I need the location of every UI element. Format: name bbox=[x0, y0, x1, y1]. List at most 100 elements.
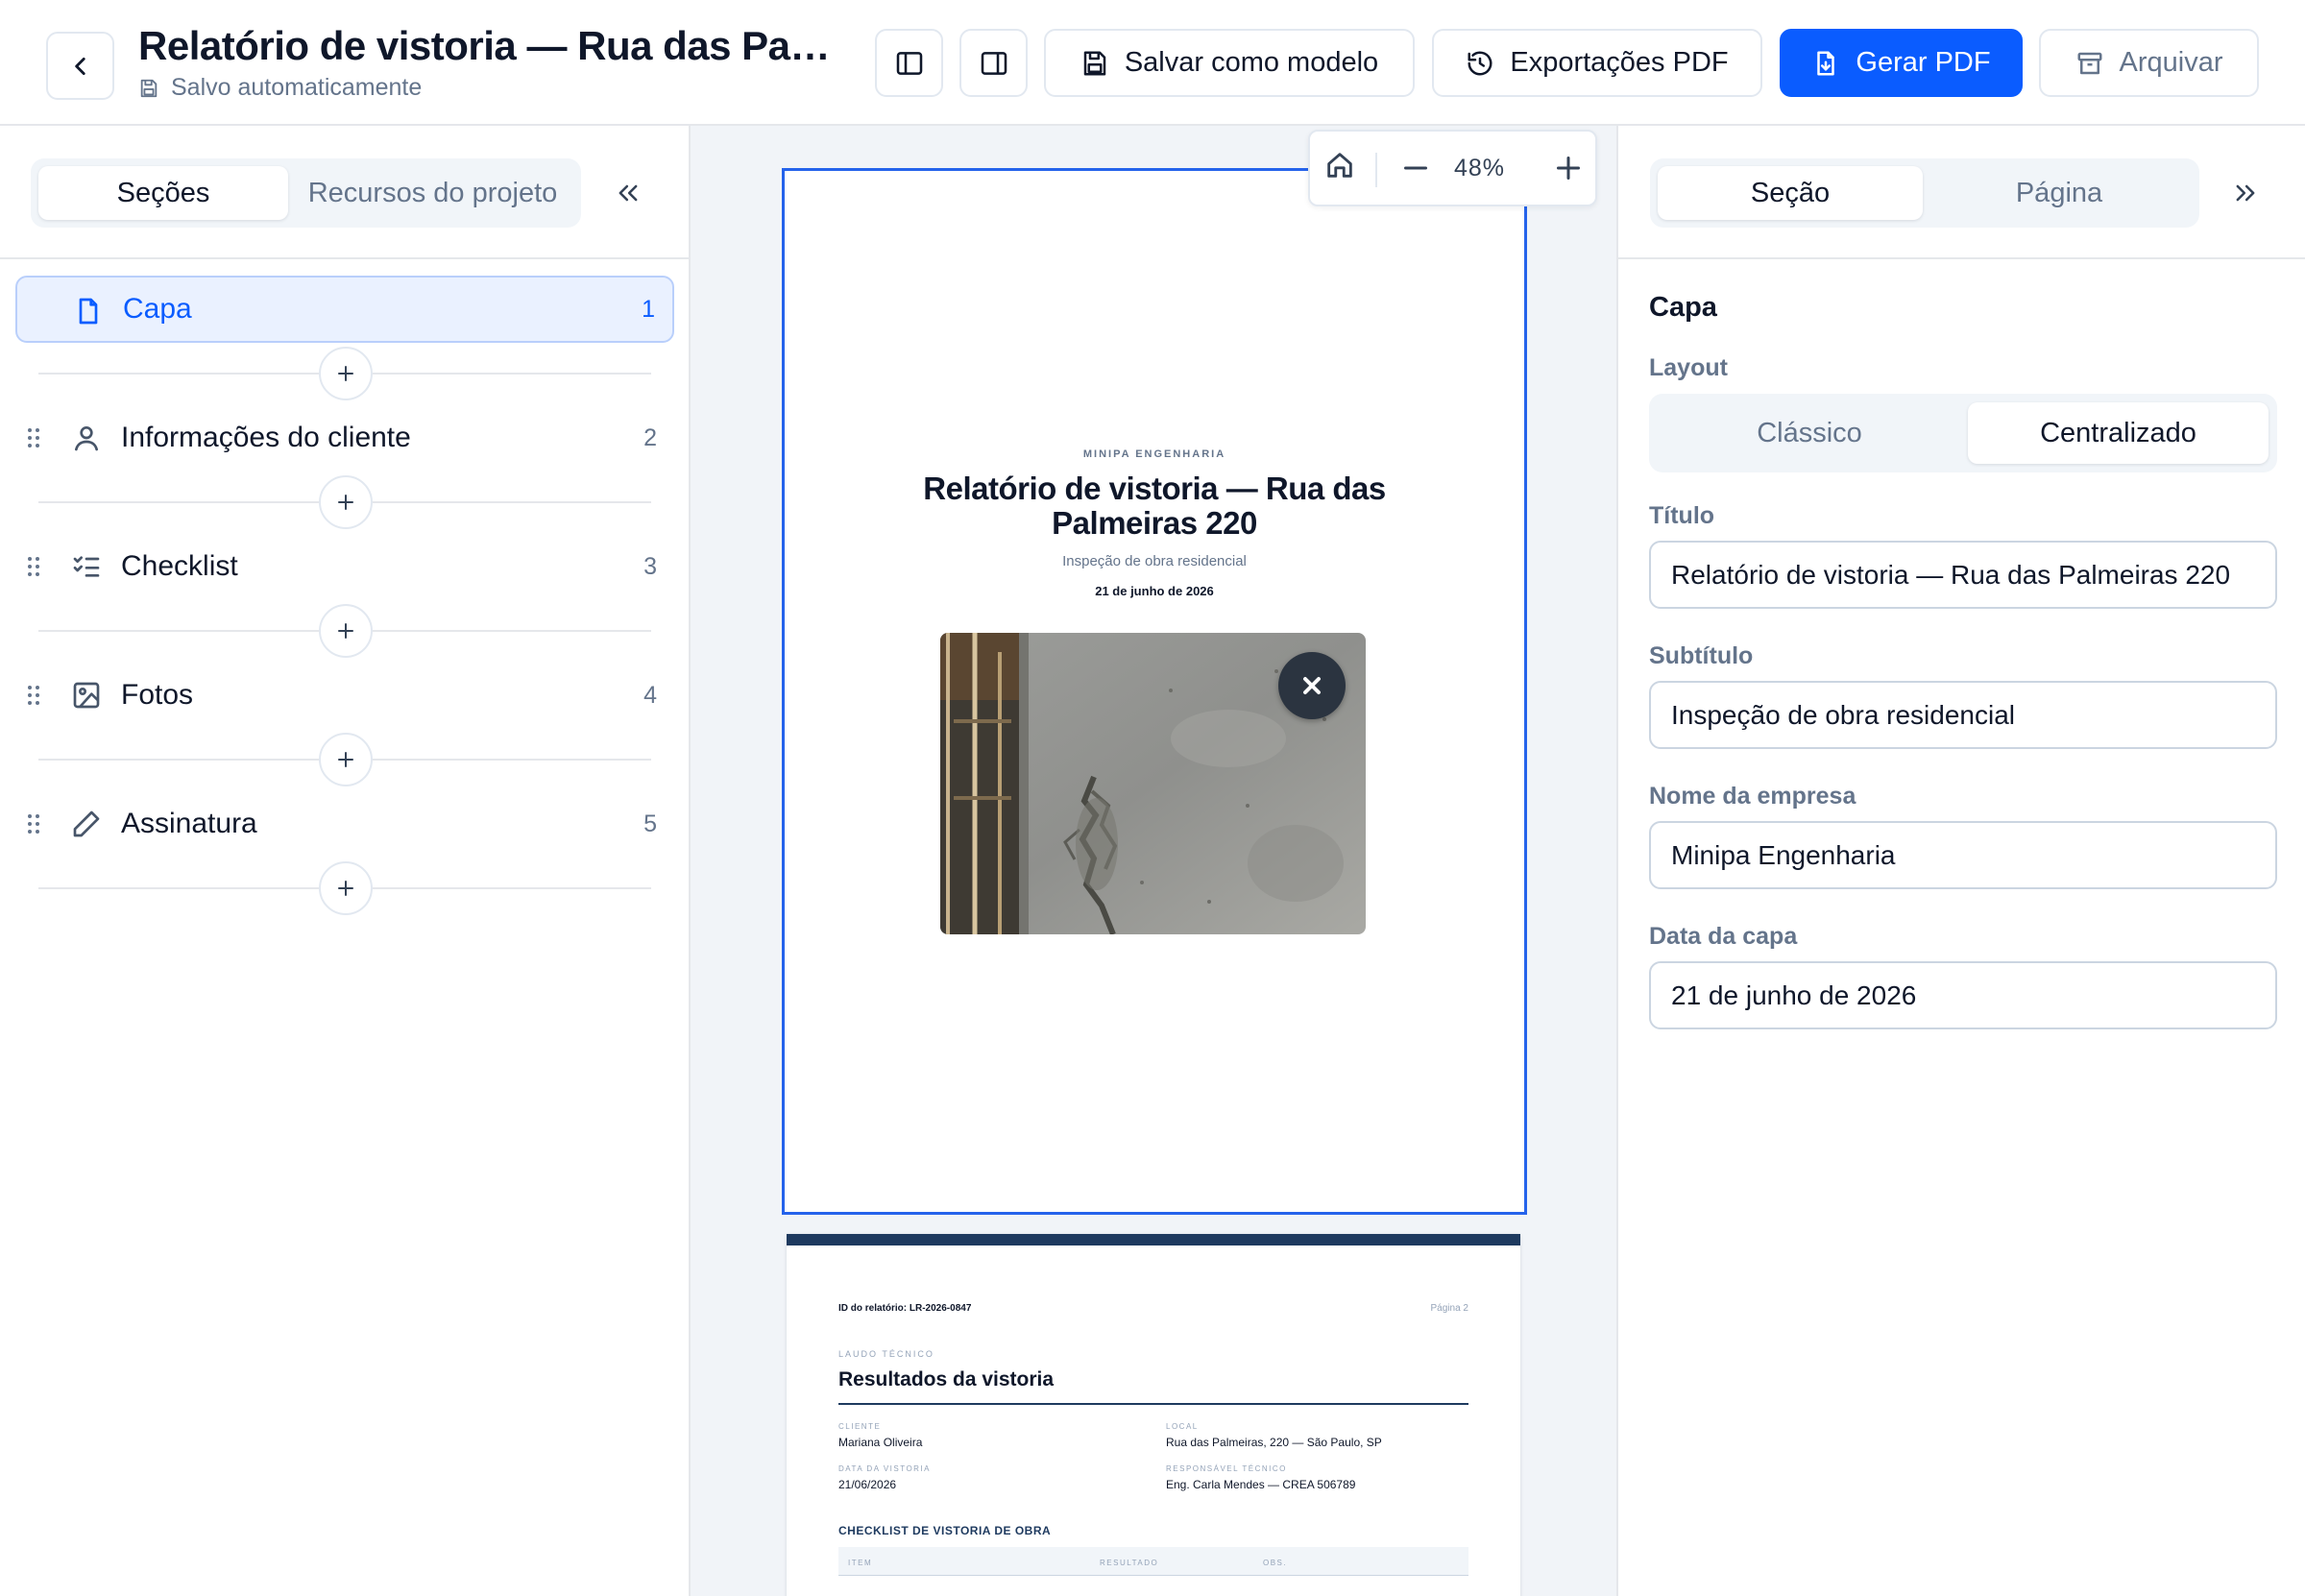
right-panel-tabs: Seção Página bbox=[1650, 158, 2199, 228]
tab-page[interactable]: Página bbox=[1927, 166, 2192, 220]
file-download-icon bbox=[1817, 51, 1835, 75]
checklist-title: CHECKLIST DE VISTORIA DE OBRA bbox=[838, 1524, 1052, 1537]
section-item-client-info[interactable]: Informações do cliente 2 bbox=[15, 404, 674, 472]
cover-date-field-label: Data da capa bbox=[1649, 923, 1798, 950]
company-name-field-label: Nome da empresa bbox=[1649, 783, 1856, 810]
cover-date: 21 de junho de 2026 bbox=[1095, 584, 1214, 598]
tab-project-resources[interactable]: Recursos do projeto bbox=[292, 166, 573, 220]
save-icon bbox=[1083, 51, 1106, 75]
drag-handle-icon[interactable] bbox=[27, 684, 40, 707]
cover-date-input[interactable]: 21 de junho de 2026 bbox=[1649, 961, 2277, 1029]
section-label: Assinatura bbox=[121, 808, 257, 839]
home-icon[interactable] bbox=[1323, 149, 1356, 181]
back-button[interactable] bbox=[46, 32, 114, 100]
document-title: Relatório de vistoria — Rua das Palm… bbox=[138, 23, 839, 68]
add-section-button[interactable] bbox=[319, 475, 373, 529]
client-value: Mariana Oliveira bbox=[838, 1436, 923, 1449]
add-section-button[interactable] bbox=[319, 733, 373, 786]
section-label: Informações do cliente bbox=[121, 422, 411, 453]
company-name-input[interactable]: Minipa Engenharia bbox=[1649, 821, 2277, 889]
page-header-bar bbox=[787, 1234, 1520, 1245]
subtitle-input[interactable]: Inspeção de obra residencial bbox=[1649, 681, 2277, 749]
layout-option-centered[interactable]: Centralizado bbox=[1968, 402, 2269, 464]
layout-label: Layout bbox=[1649, 354, 1728, 381]
tab-sections[interactable]: Seções bbox=[38, 166, 288, 220]
collapse-left-panel-button[interactable] bbox=[604, 169, 652, 217]
file-icon bbox=[79, 298, 98, 325]
zoom-out-icon[interactable] bbox=[1398, 151, 1433, 185]
report-id: ID do relatório: LR-2026-0847 bbox=[838, 1303, 972, 1314]
section-item-capa[interactable]: Capa 1 bbox=[15, 276, 674, 343]
divider bbox=[1375, 153, 1377, 187]
section-settings-title: Capa bbox=[1649, 292, 1717, 323]
panel-right-icon bbox=[981, 51, 1007, 75]
pdf-exports-button[interactable]: Exportações PDF bbox=[1432, 29, 1762, 97]
layout-selector: Clássico Centralizado bbox=[1649, 394, 2277, 472]
inspection-date-label: DATA DA VISTORIA bbox=[838, 1464, 932, 1473]
generate-pdf-button[interactable]: Gerar PDF bbox=[1780, 29, 2023, 97]
add-section-button[interactable] bbox=[319, 347, 373, 400]
save-icon bbox=[140, 79, 158, 97]
plus-icon bbox=[338, 752, 353, 767]
archive-icon bbox=[2077, 52, 2101, 74]
zoom-in-icon[interactable] bbox=[1551, 151, 1586, 185]
section-number: 3 bbox=[643, 552, 657, 580]
section-label: Capa bbox=[123, 293, 192, 325]
toggle-right-panel-button[interactable] bbox=[959, 29, 1028, 97]
section-item-photos[interactable]: Fotos 4 bbox=[15, 662, 674, 729]
section-item-signature[interactable]: Assinatura 5 bbox=[15, 790, 674, 858]
title-field-label: Título bbox=[1649, 502, 1715, 529]
layout-option-classic[interactable]: Clássico bbox=[1658, 402, 1961, 464]
user-icon bbox=[75, 426, 98, 451]
properties-panel: Seção Página Capa Layout Clássico Centra… bbox=[1616, 126, 2305, 1596]
add-section-button[interactable] bbox=[319, 861, 373, 915]
archive-label: Arquivar bbox=[2119, 47, 2223, 78]
divider bbox=[1618, 257, 2305, 259]
page-results[interactable]: ID do relatório: LR-2026-0847 Página 2 L… bbox=[787, 1234, 1520, 1596]
page-cover[interactable]: MINIPA ENGENHARIA Relatório de vistoria … bbox=[782, 168, 1527, 1215]
section-number: 4 bbox=[643, 681, 657, 709]
chevron-left-icon bbox=[74, 57, 85, 75]
tab-section[interactable]: Seção bbox=[1658, 166, 1923, 220]
save-as-template-label: Salvar como modelo bbox=[1124, 47, 1379, 78]
column-header: ITEM bbox=[848, 1559, 873, 1567]
sections-panel: Seções Recursos do projeto Capa 1 Inform… bbox=[0, 126, 691, 1596]
report-kicker: LAUDO TÉCNICO bbox=[838, 1349, 934, 1359]
pdf-exports-label: Exportações PDF bbox=[1510, 47, 1729, 78]
title-input[interactable]: Relatório de vistoria — Rua das Palmeira… bbox=[1649, 541, 2277, 609]
toggle-left-panel-button[interactable] bbox=[875, 29, 943, 97]
save-status: Salvo automaticamente bbox=[138, 74, 422, 102]
drag-handle-icon[interactable] bbox=[27, 426, 40, 449]
cover-title: Relatório de vistoria — Rua das Palmeira… bbox=[923, 471, 1386, 541]
location-value: Rua das Palmeiras, 220 — São Paulo, SP bbox=[1166, 1436, 1382, 1449]
plus-icon bbox=[338, 881, 353, 896]
collapse-right-panel-button[interactable] bbox=[2221, 169, 2269, 217]
zoom-level: 48% bbox=[1454, 155, 1506, 181]
divider bbox=[838, 1403, 1468, 1405]
divider bbox=[0, 257, 691, 259]
cover-photo[interactable] bbox=[940, 633, 1366, 934]
section-number: 1 bbox=[642, 295, 655, 323]
remove-photo-button[interactable] bbox=[1278, 652, 1346, 719]
archive-button[interactable]: Arquivar bbox=[2039, 29, 2259, 97]
engineer-value: Eng. Carla Mendes — CREA 506789 bbox=[1166, 1478, 1356, 1491]
close-icon bbox=[1303, 677, 1321, 694]
section-item-checklist[interactable]: Checklist 3 bbox=[15, 533, 674, 600]
save-as-template-button[interactable]: Salvar como modelo bbox=[1044, 29, 1415, 97]
section-number: 5 bbox=[643, 810, 657, 837]
drag-handle-icon[interactable] bbox=[27, 812, 40, 835]
section-number: 2 bbox=[643, 423, 657, 451]
panel-left-icon bbox=[896, 51, 922, 75]
add-section-button[interactable] bbox=[319, 604, 373, 658]
image-icon bbox=[73, 682, 100, 709]
checklist-icon bbox=[73, 556, 100, 577]
chevrons-right-icon bbox=[2236, 184, 2255, 202]
location-label: LOCAL bbox=[1166, 1422, 1199, 1431]
save-status-text: Salvo automaticamente bbox=[171, 74, 423, 101]
drag-handle-icon[interactable] bbox=[27, 555, 40, 578]
cover-company-name: MINIPA ENGENHARIA bbox=[1082, 448, 1226, 460]
document-canvas[interactable]: MINIPA ENGENHARIA Relatório de vistoria … bbox=[691, 126, 1616, 1596]
client-label: CLIENTE bbox=[838, 1422, 882, 1431]
generate-pdf-label: Gerar PDF bbox=[1856, 47, 1991, 78]
inspection-date-value: 21/06/2026 bbox=[838, 1478, 897, 1491]
